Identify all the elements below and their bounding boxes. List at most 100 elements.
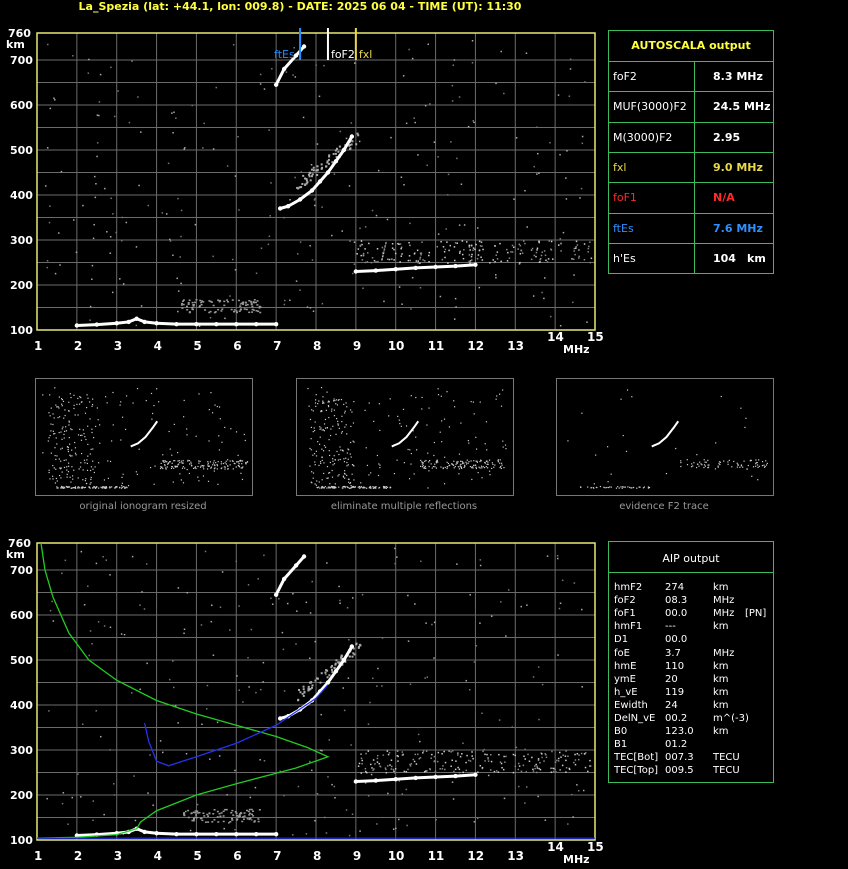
thumbnail-dot [337,475,339,477]
thumbnail-dot [322,401,324,403]
thumbnail-dot [67,486,69,488]
thumbnail-dot [227,459,229,461]
thumbnail-dot [443,418,446,420]
f-layer-echo-dot [544,753,547,755]
noise-dot [95,710,98,712]
thumbnail-dot [442,467,444,470]
thumbnail-dot [50,430,52,432]
thumbnail-dot [158,401,160,403]
thumbnail-dot [235,431,238,433]
thumbnail-dot [60,398,63,400]
noise-dot [282,648,285,651]
noise-dot [215,86,218,89]
aip-key: TEC[Top] [614,765,659,777]
autoscala-unit: km [747,251,766,265]
noise-dot [555,770,557,773]
f-layer-echo-dot [357,765,360,767]
reflection-dot [200,301,203,304]
noise-dot [260,688,262,691]
f-layer-echo-dot [385,768,387,771]
thumbnail-dot [379,429,381,432]
thumbnail-dot [225,463,228,465]
thumbnail-dot [84,480,87,482]
f-layer-echo-dot [459,250,461,253]
reflection-dot [235,310,238,312]
thumbnail-dot [317,403,319,405]
noise-dot [361,593,364,596]
f-layer-echo-dot [420,254,422,256]
thumbnail-dot [61,405,63,407]
f-layer-echo-dot [458,768,461,771]
thumbnail-dot [459,466,461,468]
thumbnail-dot [350,487,353,489]
f-layer-echo-dot [507,251,509,254]
f-layer-echo-dot [419,252,422,254]
thumbnail-dot [474,464,476,466]
thumbnail-dot [60,448,62,450]
thumbnail-dot [127,484,130,487]
aip-value: 274 [665,582,685,593]
thumbnail-dot [703,464,706,466]
thumbnail-dot [487,463,489,465]
noise-dot [95,183,97,185]
reflection-dot [235,311,238,314]
thumbnail-dot [145,399,147,402]
reflection-dot [250,808,253,811]
noise-dot [557,654,559,656]
noise-dot [234,269,237,271]
thumbnail-dot [124,486,126,488]
reflection-dot [242,818,245,820]
noise-dot [353,263,356,265]
thumbnail-dot [90,448,92,450]
thumbnail-dot [413,473,415,475]
ionogram-autoscala-plot: 760km7006005004003002001001 2 3 4 5 6 7 8 9 10 11 1… [6,27,604,356]
thumbnail-dot [504,444,507,446]
thumbnail-dot [60,431,62,433]
noise-dot [387,792,389,795]
thumbnail-dot [188,460,191,462]
noise-dot [452,64,455,66]
aip-unit: km [713,660,729,672]
f-layer-echo-dot [397,760,399,762]
noise-dot [348,185,351,187]
thumbnail-dot [625,450,628,452]
noise-dot [109,626,112,629]
thumbnail-dot [210,466,213,468]
thumbnail-dot [323,487,326,489]
thumbnail-dot [364,487,366,489]
aip-row: hmE 110 km [614,661,769,673]
thumbnail-dot [82,469,84,471]
thumbnail-dot [715,442,717,444]
f-layer-echo-dot [360,254,362,257]
thumbnail-dot [459,460,462,462]
f-layer-echo-dot [493,261,496,264]
noise-dot [267,243,270,246]
f-layer-echo-dot [499,242,501,245]
noise-dot [167,162,170,165]
thumbnail-dot [424,465,426,468]
thumbnail-dot [484,443,486,445]
reflection-dot [191,301,194,304]
noise-dot [472,120,474,122]
x-tick-label: 8 [313,849,321,863]
thumbnail-dot [111,486,113,488]
thumbnail-dot [53,467,55,469]
thumbnail-dot [632,486,635,489]
f2-echo-dot [334,149,337,152]
noise-dot [268,235,271,238]
f-layer-echo-dot [439,768,441,770]
noise-dot [581,142,584,145]
thumbnail-dot [202,466,204,468]
thumbnail-dot [452,464,454,466]
noise-dot [103,813,105,816]
noise-dot [500,50,502,53]
f-layer-echo-dot [461,253,464,256]
f-layer-echo-dot [538,767,540,770]
thumbnail-dot [448,426,451,428]
thumbnail-dot [312,472,315,474]
reflection-dot [247,810,250,813]
aip-key: Ewidth [614,699,648,711]
f-layer-echo-dot [524,758,527,760]
thumbnail-dot [491,462,494,464]
thumbnail-dot [56,487,58,489]
